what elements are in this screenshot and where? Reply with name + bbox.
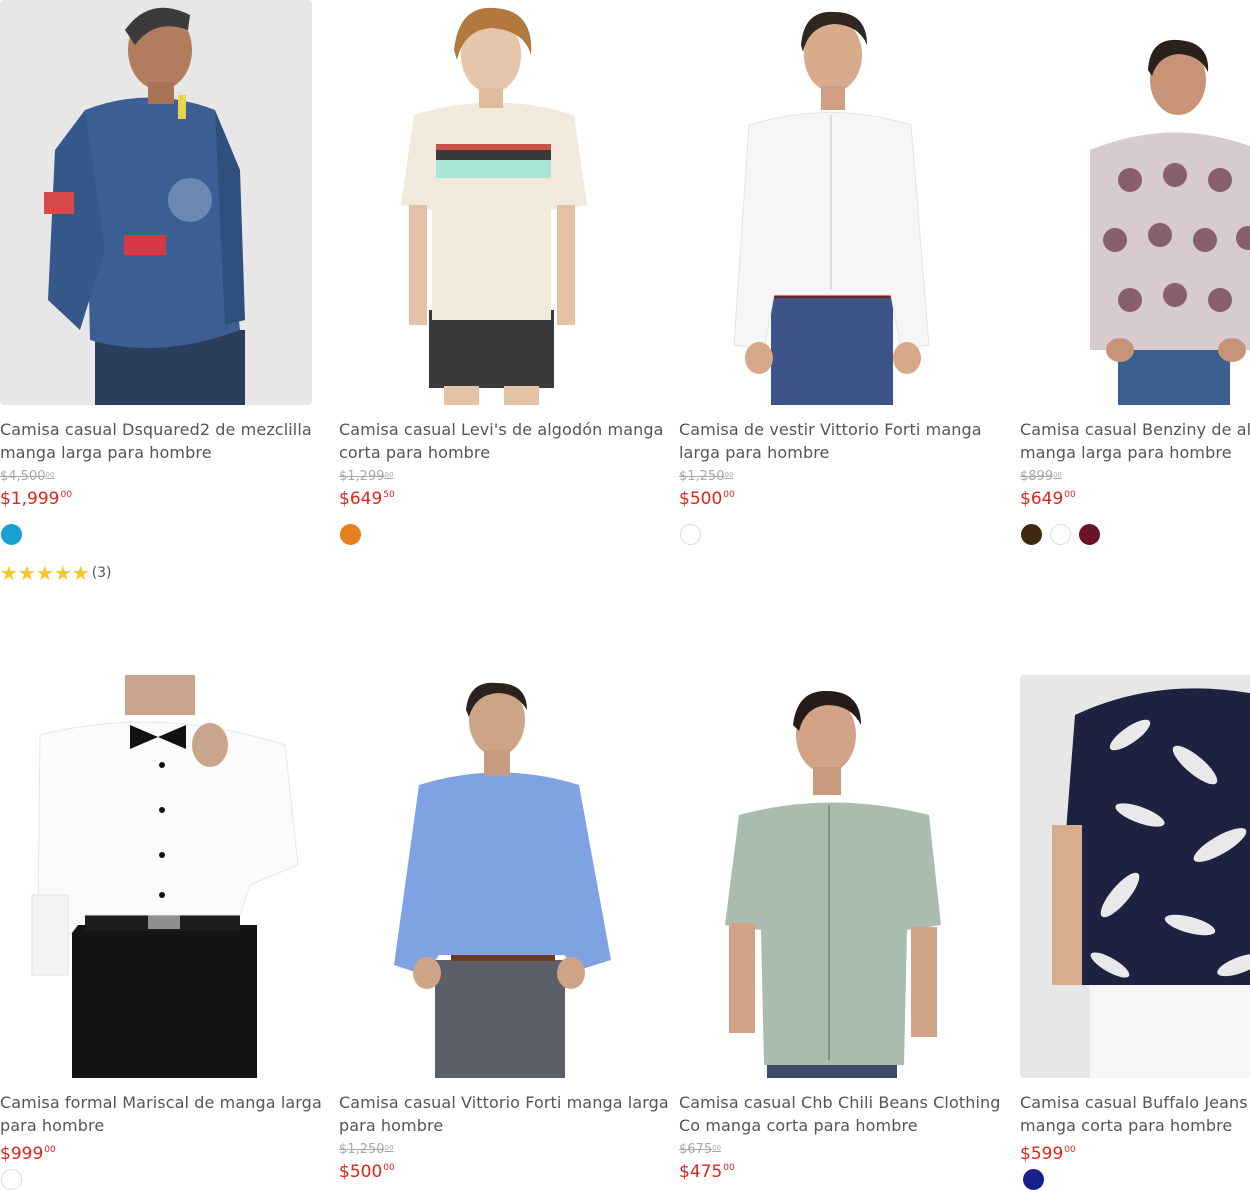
original-price: $67500 bbox=[679, 1142, 722, 1157]
product-card-vittorio-forti-white[interactable]: Camisa de vestir Vittorio Forti manga la… bbox=[679, 0, 991, 545]
product-card-vittorio-forti-blue[interactable]: Camisa casual Vittorio Forti manga larga… bbox=[339, 675, 669, 1183]
product-image[interactable] bbox=[0, 675, 312, 1078]
sale-price: $50000 bbox=[679, 489, 735, 509]
color-swatches bbox=[1, 1169, 312, 1190]
color-swatch-blue[interactable] bbox=[1, 524, 22, 545]
original-price: $89900 bbox=[1020, 469, 1063, 484]
product-title[interactable]: Camisa casual Chb Chili Beans Clothing C… bbox=[679, 1091, 1000, 1137]
product-image[interactable] bbox=[339, 675, 651, 1078]
star-icon: ★ bbox=[35, 561, 54, 585]
sale-price: $1,99900 bbox=[0, 489, 72, 509]
product-image[interactable] bbox=[679, 675, 991, 1078]
color-swatch-burgundy[interactable] bbox=[1079, 524, 1100, 545]
product-card-chb-chili-beans[interactable]: Camisa casual Chb Chili Beans Clothing C… bbox=[679, 675, 1000, 1183]
product-title[interactable]: Camisa formal Mariscal de manga larga pa… bbox=[0, 1091, 322, 1137]
star-icon: ★ bbox=[17, 561, 36, 585]
color-swatches bbox=[1, 524, 312, 545]
color-swatch-white[interactable] bbox=[1, 1169, 22, 1190]
product-card-buffalo-jeans[interactable]: Camisa casual Buffalo Jeans D manga cort… bbox=[1020, 675, 1250, 1190]
product-card-benziny[interactable]: Camisa casual Benziny de algo manga larg… bbox=[1020, 0, 1250, 545]
product-card-dsquared2[interactable]: Camisa casual Dsquared2 de mezclilla man… bbox=[0, 0, 312, 583]
product-image[interactable] bbox=[1020, 675, 1250, 1078]
product-image[interactable] bbox=[339, 0, 651, 405]
color-swatches bbox=[340, 524, 651, 545]
product-card-mariscal[interactable]: Camisa formal Mariscal de manga larga pa… bbox=[0, 675, 322, 1190]
color-swatches bbox=[1021, 524, 1250, 545]
star-icon: ★ bbox=[0, 561, 18, 585]
product-title[interactable]: Camisa casual Benziny de algo manga larg… bbox=[1020, 418, 1250, 464]
sale-price: $50000 bbox=[339, 1162, 395, 1182]
product-image[interactable] bbox=[1020, 0, 1250, 405]
rating-count: (3) bbox=[91, 565, 112, 581]
color-swatch-navy[interactable] bbox=[1023, 1169, 1044, 1190]
color-swatch-white[interactable] bbox=[1050, 524, 1071, 545]
star-icon: ★ bbox=[71, 561, 90, 585]
original-price: $1,25000 bbox=[679, 469, 734, 484]
product-title[interactable]: Camisa casual Levi's de algodón manga co… bbox=[339, 418, 663, 464]
product-title[interactable]: Camisa casual Dsquared2 de mezclilla man… bbox=[0, 418, 312, 464]
rating[interactable]: ★ ★ ★ ★ ★ (3) bbox=[0, 563, 312, 583]
color-swatches bbox=[680, 524, 991, 545]
original-price: $4,50000 bbox=[0, 469, 55, 484]
sale-price: $47500 bbox=[679, 1162, 735, 1182]
sale-price: $99900 bbox=[0, 1144, 56, 1164]
color-swatch-brown[interactable] bbox=[1021, 524, 1042, 545]
color-swatch-orange[interactable] bbox=[340, 524, 361, 545]
product-image[interactable] bbox=[679, 0, 991, 405]
product-title[interactable]: Camisa de vestir Vittorio Forti manga la… bbox=[679, 418, 991, 464]
product-title[interactable]: Camisa casual Vittorio Forti manga larga… bbox=[339, 1091, 669, 1137]
sale-price: $64950 bbox=[339, 489, 395, 509]
star-icon: ★ bbox=[53, 561, 72, 585]
color-swatch-white[interactable] bbox=[680, 524, 701, 545]
sale-price: $59900 bbox=[1020, 1144, 1076, 1164]
product-card-levis[interactable]: Camisa casual Levi's de algodón manga co… bbox=[339, 0, 663, 545]
original-price: $1,25000 bbox=[339, 1142, 394, 1157]
product-title[interactable]: Camisa casual Buffalo Jeans D manga cort… bbox=[1020, 1091, 1250, 1137]
sale-price: $64900 bbox=[1020, 489, 1076, 509]
product-image[interactable] bbox=[0, 0, 312, 405]
color-swatches bbox=[1023, 1169, 1250, 1190]
original-price: $1,29900 bbox=[339, 469, 394, 484]
